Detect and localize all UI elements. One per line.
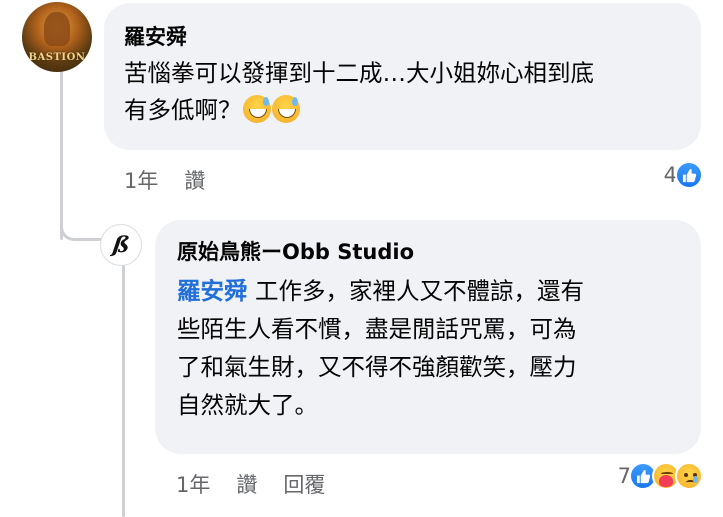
reply-comment-text: 羅安舜 工作多，家裡人又不體諒，還有 些陌生人看不慣，盡是閒話咒罵，可為 了和氣… [177, 272, 679, 424]
thread-connector-curve [60, 205, 104, 241]
reply-comment-author[interactable]: 原始鳥熊ーObb Studio [177, 238, 679, 266]
reply-comment-bubble: 原始鳥熊ーObb Studio 羅安舜 工作多，家裡人又不體諒，還有 些陌生人看… [155, 220, 701, 454]
sad-reaction-icon [675, 462, 703, 490]
commenter-avatar[interactable]: BASTION [22, 2, 92, 72]
replier-avatar[interactable]: ß [100, 224, 142, 266]
reply-mention-link[interactable]: 羅安舜 [177, 277, 248, 305]
reply-comment-actions: 1年 讚 回覆 [176, 471, 325, 499]
top-comment-actions: 1年 讚 [124, 167, 205, 195]
sweat-smile-emoji [242, 95, 271, 123]
top-comment-line-2: 有多低啊？ [124, 96, 242, 124]
top-comment-reactions[interactable]: 4 [664, 161, 703, 189]
like-reaction-icon [675, 161, 703, 189]
sweat-smile-emoji [271, 95, 300, 123]
replier-avatar-logo: ß [110, 232, 132, 258]
top-comment-timestamp[interactable]: 1年 [124, 167, 158, 195]
reply-comment-timestamp[interactable]: 1年 [176, 471, 210, 499]
avatar-logo-text: BASTION [28, 52, 86, 63]
reply-comment-line-2: 些陌生人看不慣，盡是閒話咒罵，可為 [177, 315, 577, 343]
reply-thread-line [122, 264, 125, 517]
top-comment-like-button[interactable]: 讚 [184, 167, 205, 195]
avatar-figure [44, 12, 70, 46]
reply-comment-line-4: 自然就大了。 [177, 391, 318, 419]
reply-comment-reactions[interactable]: 7 [618, 462, 703, 490]
top-comment-line-1: 苦惱拳可以發揮到十二成…大小姐妳心相到底 [124, 59, 594, 87]
reply-comment-reply-button[interactable]: 回覆 [283, 471, 325, 499]
reply-comment-like-button[interactable]: 讚 [236, 471, 257, 499]
top-comment-bubble: 羅安舜 苦惱拳可以發揮到十二成…大小姐妳心相到底 有多低啊？ [104, 3, 701, 150]
top-comment-text: 苦惱拳可以發揮到十二成…大小姐妳心相到底 有多低啊？ [124, 55, 681, 129]
top-comment-author[interactable]: 羅安舜 [124, 23, 681, 51]
reply-comment-line-3: 了和氣生財，又不得不強顏歡笑，壓力 [177, 353, 577, 381]
reply-comment-line-1: 工作多，家裡人又不體諒，還有 [247, 277, 584, 305]
